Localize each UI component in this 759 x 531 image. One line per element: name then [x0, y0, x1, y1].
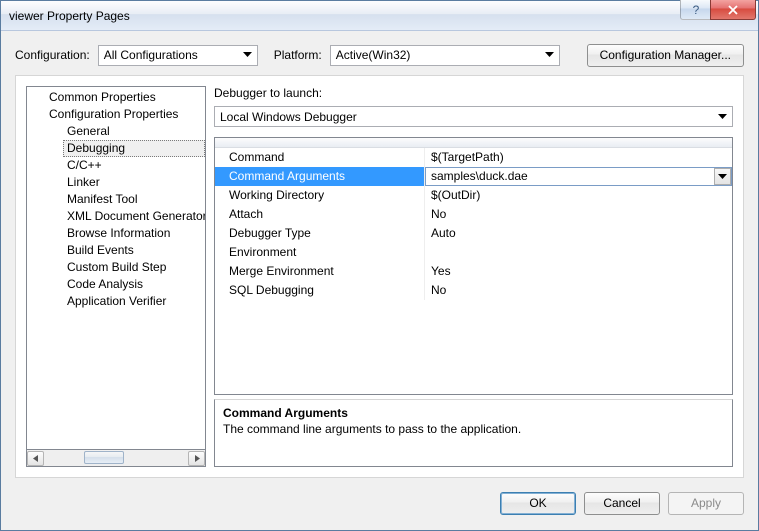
property-value[interactable]: No — [425, 205, 732, 224]
property-name: Attach — [215, 205, 425, 224]
tree-item[interactable]: Debugging — [63, 140, 205, 157]
svg-text:?: ? — [692, 4, 699, 16]
configuration-value: All Configurations — [104, 48, 198, 62]
scroll-left-button[interactable] — [27, 451, 44, 466]
platform-combo[interactable]: Active(Win32) — [330, 45, 560, 66]
property-name: Working Directory — [215, 186, 425, 205]
property-row[interactable]: Merge EnvironmentYes — [215, 262, 732, 281]
tree-item[interactable]: Browse Information — [63, 225, 205, 242]
property-row[interactable]: Command Argumentssamples\duck.dae — [215, 167, 732, 186]
property-grid: Command$(TargetPath)Command Argumentssam… — [214, 137, 733, 395]
property-name: Environment — [215, 243, 425, 262]
configuration-combo[interactable]: All Configurations — [98, 45, 258, 66]
property-row[interactable]: Debugger TypeAuto — [215, 224, 732, 243]
chevron-down-icon — [542, 47, 557, 64]
property-value[interactable]: $(OutDir) — [425, 186, 732, 205]
tree-item[interactable]: XML Document Generator — [63, 208, 205, 225]
property-row[interactable]: SQL DebuggingNo — [215, 281, 732, 300]
ok-button[interactable]: OK — [500, 492, 576, 515]
property-name: Merge Environment — [215, 262, 425, 281]
tree-item[interactable]: Custom Build Step — [63, 259, 205, 276]
platform-value: Active(Win32) — [336, 48, 411, 62]
configuration-manager-button[interactable]: Configuration Manager... — [587, 44, 744, 67]
debugger-to-launch-label: Debugger to launch: — [214, 86, 733, 102]
property-name: Command — [215, 148, 425, 167]
configuration-bar: Configuration: All Configurations Platfo… — [1, 31, 758, 75]
chevron-down-icon — [715, 108, 730, 125]
property-value[interactable]: Yes — [425, 262, 732, 281]
window-buttons: ? — [680, 1, 758, 30]
nav-tree[interactable]: Common PropertiesConfiguration Propertie… — [26, 86, 206, 450]
property-row[interactable]: Environment — [215, 243, 732, 262]
scroll-right-button[interactable] — [188, 451, 205, 466]
window-title: viewer Property Pages — [9, 9, 680, 23]
property-name: SQL Debugging — [215, 281, 425, 300]
property-value[interactable] — [425, 243, 732, 262]
property-row[interactable]: AttachNo — [215, 205, 732, 224]
property-value[interactable]: Auto — [425, 224, 732, 243]
configuration-label: Configuration: — [15, 48, 90, 62]
property-value[interactable]: samples\duck.dae — [425, 167, 732, 186]
property-pages-dialog: viewer Property Pages ? Configuration: A… — [0, 0, 759, 531]
titlebar[interactable]: viewer Property Pages ? — [1, 1, 758, 31]
close-button[interactable] — [710, 0, 756, 20]
grid-header — [215, 138, 732, 148]
cancel-button[interactable]: Cancel — [584, 492, 660, 515]
property-name: Debugger Type — [215, 224, 425, 243]
tree-item[interactable]: Build Events — [63, 242, 205, 259]
description-pane: Command Arguments The command line argum… — [214, 399, 733, 467]
description-title: Command Arguments — [223, 406, 724, 420]
property-row[interactable]: Working Directory$(OutDir) — [215, 186, 732, 205]
tree-item[interactable]: Manifest Tool — [63, 191, 205, 208]
property-row[interactable]: Command$(TargetPath) — [215, 148, 732, 167]
tree-item[interactable]: Application Verifier — [63, 293, 205, 310]
scroll-thumb[interactable] — [84, 451, 124, 464]
platform-label: Platform: — [274, 48, 322, 62]
tree-item[interactable]: Code Analysis — [63, 276, 205, 293]
tree-item[interactable]: General — [63, 123, 205, 140]
apply-button[interactable]: Apply — [668, 492, 744, 515]
grid-body: Command$(TargetPath)Command Argumentssam… — [215, 148, 732, 394]
tree-pane: Common PropertiesConfiguration Propertie… — [26, 86, 206, 467]
tree-item[interactable]: Linker — [63, 174, 205, 191]
tree-item[interactable]: Configuration Properties — [45, 106, 205, 123]
dialog-footer: OK Cancel Apply — [1, 486, 758, 530]
debugger-combo[interactable]: Local Windows Debugger — [214, 106, 733, 127]
description-text: The command line arguments to pass to th… — [223, 422, 724, 436]
chevron-down-icon — [240, 47, 255, 64]
tree-item[interactable]: C/C++ — [63, 157, 205, 174]
property-name: Command Arguments — [215, 167, 425, 186]
scroll-track[interactable] — [44, 451, 188, 466]
tree-item[interactable]: Common Properties — [45, 89, 205, 106]
main-area: Common PropertiesConfiguration Propertie… — [15, 75, 744, 478]
properties-pane: Debugger to launch: Local Windows Debugg… — [214, 86, 733, 467]
property-value[interactable]: No — [425, 281, 732, 300]
help-button[interactable]: ? — [680, 0, 710, 20]
tree-horizontal-scrollbar[interactable] — [26, 450, 206, 467]
debugger-value: Local Windows Debugger — [220, 110, 357, 124]
property-value[interactable]: $(TargetPath) — [425, 148, 732, 167]
dropdown-button[interactable] — [714, 168, 731, 185]
